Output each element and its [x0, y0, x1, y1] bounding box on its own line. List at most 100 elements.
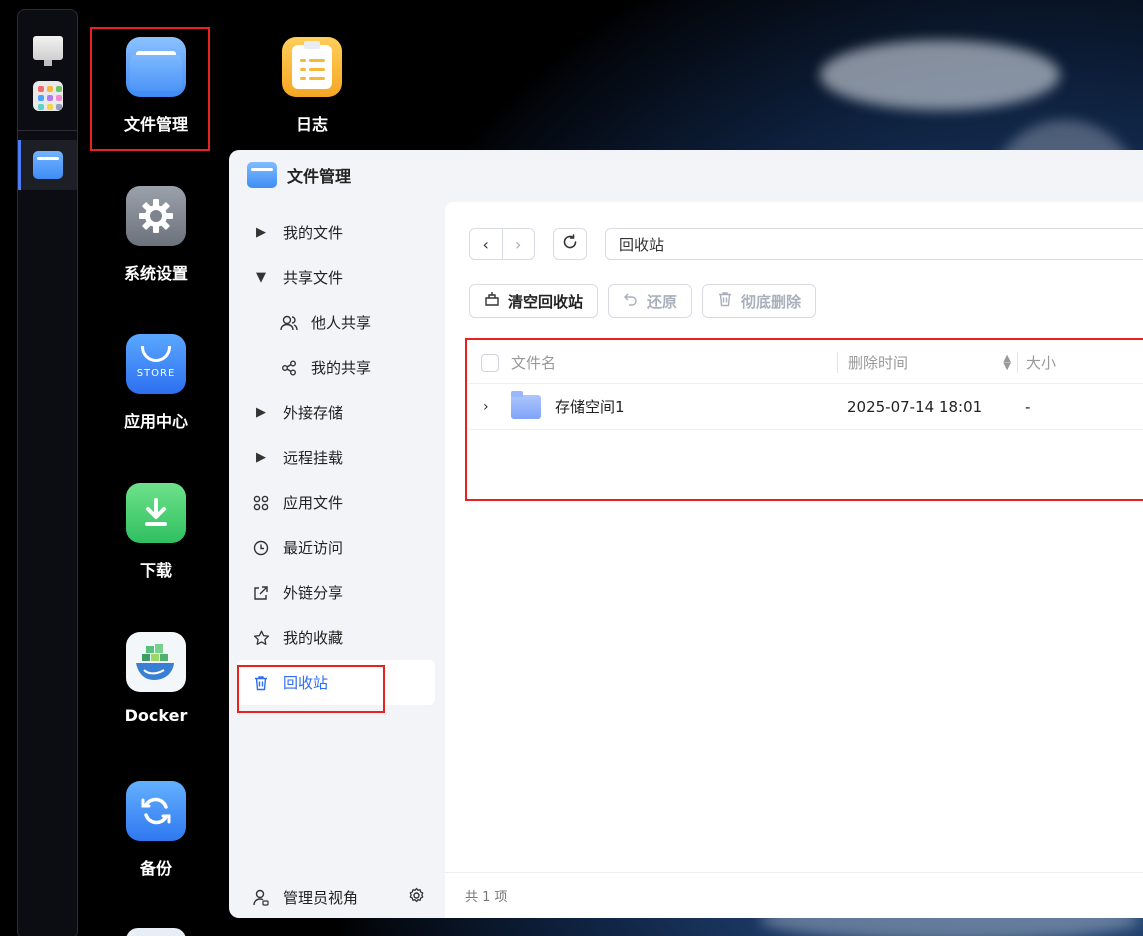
permanent-delete-button[interactable]: 彻底删除 [702, 284, 817, 318]
window-title: 文件管理 [287, 167, 352, 186]
history-nav: ‹ › [469, 228, 535, 260]
sidebar-item-label: 远程挂载 [283, 449, 344, 467]
refresh-button[interactable] [553, 228, 587, 260]
clock-icon [251, 540, 271, 556]
sidebar: ▶ 我的文件 ▼ 共享文件 他人共享 我的共享 ▶ 外接存储 ▶ 远程挂载 应用文件 最… [237, 210, 435, 705]
sidebar-item-recent[interactable]: 最近访问 [237, 525, 435, 570]
desktop-icon-label: 日志 [295, 115, 328, 134]
sort-icon[interactable]: ▲ ▼ [1003, 354, 1011, 372]
sidebar-item-label: 外链分享 [283, 584, 344, 602]
column-header-size[interactable]: 大小 [1017, 352, 1056, 373]
caret-right-icon: ▶ [256, 225, 266, 240]
file-size: - [1025, 397, 1031, 416]
docker-whale-icon [126, 632, 186, 692]
desktop-icon-log[interactable]: 日志 [252, 37, 372, 135]
sidebar-item-external-storage[interactable]: ▶ 外接存储 [237, 390, 435, 435]
log-icon [282, 37, 342, 97]
sidebar-item-link-share[interactable]: 外链分享 [237, 570, 435, 615]
desktop-icon-docker[interactable]: Docker [96, 632, 216, 725]
chevron-right-icon: › [515, 234, 522, 254]
star-icon [251, 630, 271, 646]
sidebar-item-shared-with-me[interactable]: 他人共享 [237, 300, 435, 345]
desktop-icon-file-manager[interactable]: 文件管理 [96, 37, 216, 135]
desktop-monitor-icon[interactable] [32, 32, 64, 66]
admin-view-toggle[interactable]: 管理员视角 [237, 876, 435, 918]
sync-icon [126, 781, 186, 841]
app-launcher-icon[interactable] [32, 80, 64, 112]
item-count: 共 1 项 [465, 890, 508, 905]
apps-icon [251, 495, 271, 511]
action-bar: 清空回收站 还原 彻底删除 [469, 284, 817, 318]
dock-divider [18, 130, 77, 131]
status-bar: 共 1 项 [445, 872, 1143, 918]
chevron-left-icon: ‹ [482, 234, 489, 254]
caret-right-icon: ▶ [256, 450, 266, 465]
delete-time: 2025-07-14 18:01 [847, 397, 983, 416]
sidebar-item-remote-mount[interactable]: ▶ 远程挂载 [237, 435, 435, 480]
sidebar-item-label: 应用文件 [283, 494, 344, 512]
folder-icon [511, 390, 541, 419]
folder-icon [247, 162, 277, 188]
empty-recycle-bin-button[interactable]: 清空回收站 [469, 284, 599, 318]
download-icon [126, 483, 186, 543]
dock [17, 9, 78, 936]
sidebar-item-my-shares[interactable]: 我的共享 [237, 345, 435, 390]
caret-right-icon: ▶ [256, 405, 266, 420]
sidebar-item-label: 回收站 [283, 674, 329, 692]
button-label: 彻底删除 [741, 292, 802, 311]
sidebar-item-favorites[interactable]: 我的收藏 [237, 615, 435, 660]
desktop-icon-backup[interactable]: 备份 [96, 781, 216, 879]
users-icon [279, 315, 299, 331]
sidebar-item-label: 我的共享 [311, 359, 372, 377]
forward-button[interactable]: › [501, 229, 535, 259]
gear-icon [126, 186, 186, 246]
path-input[interactable]: 回收站 [605, 228, 1143, 260]
column-header-delete-time[interactable]: 删除时间 ▲ ▼ [837, 352, 1017, 373]
folder-icon [126, 37, 186, 97]
column-header-name[interactable]: 文件名 [511, 352, 837, 373]
sidebar-item-shared-files[interactable]: ▼ 共享文件 [237, 255, 435, 300]
file-manager-icon[interactable] [32, 149, 64, 181]
file-manager-window: 文件管理 ▶ 我的文件 ▼ 共享文件 他人共享 我的共享 ▶ 外接存储 ▶ 远程挂载 应… [229, 150, 1143, 918]
expand-chevron-icon[interactable]: › [469, 399, 511, 415]
desktop-icon-partial[interactable] [126, 928, 186, 936]
button-label: 清空回收站 [508, 292, 584, 311]
desktop-icon-download[interactable]: 下载 [96, 483, 216, 581]
caret-down-icon: ▼ [256, 270, 266, 285]
sidebar-item-recycle-bin[interactable]: 回收站 [237, 660, 435, 705]
desktop-icon-label: 系统设置 [123, 264, 188, 283]
toolbar: ‹ › 回收站 [469, 228, 1143, 260]
desktop-icon-label: 应用中心 [123, 412, 188, 431]
select-all-checkbox[interactable] [481, 353, 499, 372]
sidebar-item-label: 共享文件 [283, 269, 344, 287]
table-header: 文件名 删除时间 ▲ ▼ 大小 [469, 342, 1143, 384]
settings-gear-icon[interactable] [408, 887, 425, 908]
window-title-bar[interactable]: 文件管理 [247, 162, 351, 188]
sidebar-item-app-files[interactable]: 应用文件 [237, 480, 435, 525]
button-label: 还原 [647, 292, 678, 311]
admin-view-label: 管理员视角 [283, 888, 359, 907]
admin-user-icon [251, 889, 271, 906]
sidebar-item-my-files[interactable]: ▶ 我的文件 [237, 210, 435, 255]
desktop-icon-label: Docker [124, 706, 188, 725]
main-panel: ‹ › 回收站 清空回收站 还原 彻底删除 文件名 删除时间 ▲ ▼ 大小 › … [445, 202, 1143, 918]
desktop-icon-label: 文件管理 [123, 115, 188, 134]
desktop-icon-label: 下载 [139, 561, 172, 580]
file-table: 文件名 删除时间 ▲ ▼ 大小 › 存储空间1 2025-07-14 18:01 … [469, 342, 1143, 430]
restore-button[interactable]: 还原 [608, 284, 693, 318]
sidebar-item-label: 外接存储 [283, 404, 344, 422]
sidebar-item-label: 最近访问 [283, 539, 344, 557]
sidebar-item-label: 他人共享 [311, 314, 372, 332]
desktop-icon-app-center[interactable]: STORE 应用中心 [96, 334, 216, 432]
sidebar-item-label: 我的收藏 [283, 629, 344, 647]
back-button[interactable]: ‹ [470, 229, 502, 259]
clean-bin-icon [484, 291, 500, 311]
file-name: 存储空间1 [555, 398, 625, 416]
undo-icon [623, 291, 639, 311]
share-icon [279, 360, 299, 376]
trash-icon [717, 291, 733, 311]
desktop-icon-settings[interactable]: 系统设置 [96, 186, 216, 284]
store-bag-icon: STORE [126, 334, 186, 394]
trash-icon [251, 675, 271, 691]
table-row[interactable]: › 存储空间1 2025-07-14 18:01 - [469, 384, 1143, 430]
